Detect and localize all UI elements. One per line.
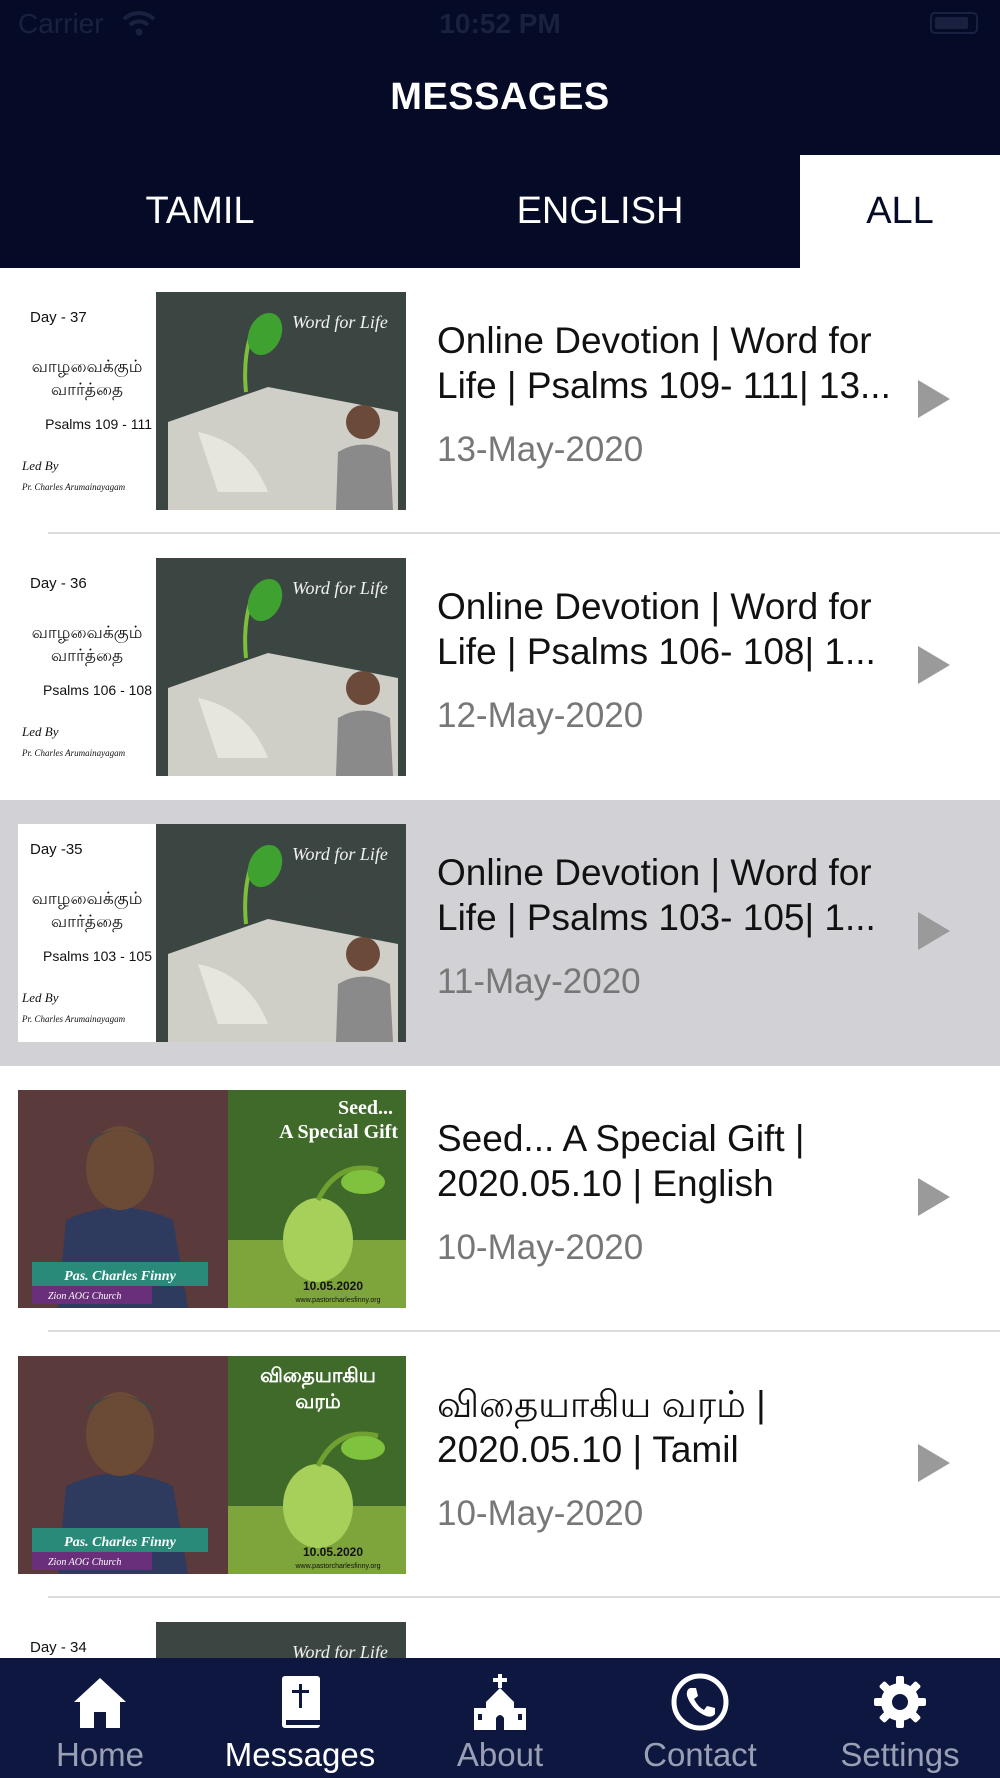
message-date: 10-May-2020 xyxy=(437,1228,644,1267)
thumb-tamil-2: வார்த்தை xyxy=(51,380,123,400)
thumb-tamil-1: வாழவைக்கும் xyxy=(32,623,143,643)
message-thumbnail: Day - 37 வாழவைக்கும் வார்த்தை Psalms 109… xyxy=(18,292,406,510)
thumb-site: www.pastorcharlesfinny.org xyxy=(294,1563,380,1570)
message-row-selected[interactable]: Day -35 வாழவைக்கும் வார்த்தை Psalms 103 … xyxy=(0,800,1000,1066)
thumb-led-by: Led By xyxy=(21,724,59,739)
tabbar-label: Contact xyxy=(643,1736,757,1773)
thumb-church: Zion AOG Church xyxy=(48,1291,121,1302)
tab-tamil[interactable]: TAMIL xyxy=(0,155,400,268)
thumb-pastor: Pr. Charles Arumainayagam xyxy=(21,1014,126,1024)
thumb-day: Day - 37 xyxy=(30,309,87,326)
thumb-tamil-1: வாழவைக்கும் xyxy=(32,357,143,377)
thumb-pastor: Pr. Charles Arumainayagam xyxy=(21,748,126,758)
tabbar-messages[interactable]: Messages xyxy=(200,1658,400,1778)
church-icon xyxy=(474,1674,526,1730)
thumb-date: 10.05.2020 xyxy=(303,1545,363,1559)
play-icon[interactable] xyxy=(918,646,950,684)
message-title: விதையாகிய வரம் | 2020.05.10 | Tamil xyxy=(437,1384,766,1470)
status-time: 10:52 PM xyxy=(439,8,561,39)
battery-icon xyxy=(930,12,978,34)
tabbar-home[interactable]: Home xyxy=(0,1658,200,1778)
message-date: 13-May-2020 xyxy=(437,430,644,469)
thumb-day: Day - 34 xyxy=(30,1639,87,1656)
message-title: Online Devotion | Word for Life | Psalms… xyxy=(437,586,876,672)
play-icon[interactable] xyxy=(918,380,950,418)
message-row[interactable]: Pas. Charles Finny Zion AOG Church விதைய… xyxy=(0,1332,1000,1598)
thumb-led-by: Led By xyxy=(21,458,59,473)
thumb-day: Day - 36 xyxy=(30,575,87,592)
tab-english[interactable]: ENGLISH xyxy=(400,155,800,268)
tabbar-label: Settings xyxy=(840,1736,960,1773)
play-icon[interactable] xyxy=(918,1178,950,1216)
thumb-word-for-life: Word for Life xyxy=(292,844,388,864)
home-icon xyxy=(74,1678,126,1728)
message-thumbnail: Pas. Charles Finny Zion AOG Church விதைய… xyxy=(18,1356,406,1574)
thumb-heading-1: Seed... xyxy=(338,1097,393,1119)
message-thumbnail: Pas. Charles Finny Zion AOG Church Seed.… xyxy=(18,1090,406,1308)
message-list[interactable]: Day - 37 வாழவைக்கும் வார்த்தை Psalms 109… xyxy=(0,268,1000,1658)
tabbar-contact[interactable]: Contact xyxy=(600,1658,800,1778)
thumb-word-for-life: Word for Life xyxy=(292,1642,388,1658)
message-thumbnail: Day - 36 வாழவைக்கும் வார்த்தை Psalms 106… xyxy=(18,558,406,776)
tab-all[interactable]: ALL xyxy=(800,155,1000,268)
thumb-word-for-life: Word for Life xyxy=(292,578,388,598)
tabbar-label: Messages xyxy=(224,1736,376,1773)
gear-icon xyxy=(874,1676,926,1728)
thumb-heading-2: A Special Gift xyxy=(279,1121,398,1143)
thumb-tamil-1: வாழவைக்கும் xyxy=(32,889,143,909)
play-icon[interactable] xyxy=(918,912,950,950)
message-date: 11-May-2020 xyxy=(437,962,641,1001)
tabbar-label: About xyxy=(456,1736,544,1773)
thumb-heading-2: வரம் xyxy=(295,1389,341,1413)
thumb-led-by: Led By xyxy=(21,990,59,1005)
phone-icon xyxy=(671,1673,729,1731)
thumb-name: Pas. Charles Finny xyxy=(64,1535,176,1550)
tabbar-label: Home xyxy=(55,1736,145,1773)
thumb-psalms: Psalms 109 - 111 xyxy=(45,416,152,432)
message-row[interactable]: Day - 36 வாழவைக்கும் வார்த்தை Psalms 106… xyxy=(0,534,1000,800)
thumb-pastor: Pr. Charles Arumainayagam xyxy=(21,482,126,492)
segment-tabs: TAMIL ENGLISH ALL xyxy=(0,155,1000,268)
status-bar: Carrier 10:52 PM xyxy=(0,0,1000,50)
message-thumbnail: Day - 34 Word for Life xyxy=(18,1622,406,1658)
tabbar-settings[interactable]: Settings xyxy=(800,1658,1000,1778)
message-row[interactable]: Day - 34 Word for Life xyxy=(0,1598,1000,1658)
play-icon[interactable] xyxy=(918,1444,950,1482)
thumb-heading-1: விதையாகிய xyxy=(260,1363,376,1389)
header: Carrier 10:52 PM MESSAGES TAMIL ENGLISH … xyxy=(0,0,1000,268)
message-date: 10-May-2020 xyxy=(437,1494,644,1533)
tabbar-about[interactable]: About xyxy=(400,1658,600,1778)
thumb-church: Zion AOG Church xyxy=(48,1557,121,1568)
message-title: Seed... A Special Gift | 2020.05.10 | En… xyxy=(437,1118,805,1204)
thumb-psalms: Psalms 106 - 108 xyxy=(43,682,152,698)
thumb-psalms: Psalms 103 - 105 xyxy=(43,948,152,964)
thumb-word-for-life: Word for Life xyxy=(292,312,388,332)
thumb-site: www.pastorcharlesfinny.org xyxy=(294,1297,380,1304)
message-date: 12-May-2020 xyxy=(437,696,644,735)
message-row[interactable]: Pas. Charles Finny Zion AOG Church Seed.… xyxy=(0,1066,1000,1332)
page-title: MESSAGES xyxy=(390,76,610,118)
thumb-date: 10.05.2020 xyxy=(303,1279,363,1293)
thumb-tamil-2: வார்த்தை xyxy=(51,912,123,932)
thumb-tamil-2: வார்த்தை xyxy=(51,646,123,666)
bible-icon xyxy=(282,1676,320,1728)
message-row[interactable]: Day - 37 வாழவைக்கும் வார்த்தை Psalms 109… xyxy=(0,268,1000,534)
thumb-day: Day -35 xyxy=(30,841,83,858)
message-title: Online Devotion | Word for Life | Psalms… xyxy=(437,852,876,938)
bottom-tab-bar: Home Messages About Contact Settings xyxy=(0,1658,1000,1778)
thumb-name: Pas. Charles Finny xyxy=(64,1269,176,1284)
message-title: Online Devotion | Word for Life | Psalms… xyxy=(437,320,891,406)
message-thumbnail: Day -35 வாழவைக்கும் வார்த்தை Psalms 103 … xyxy=(18,824,406,1042)
